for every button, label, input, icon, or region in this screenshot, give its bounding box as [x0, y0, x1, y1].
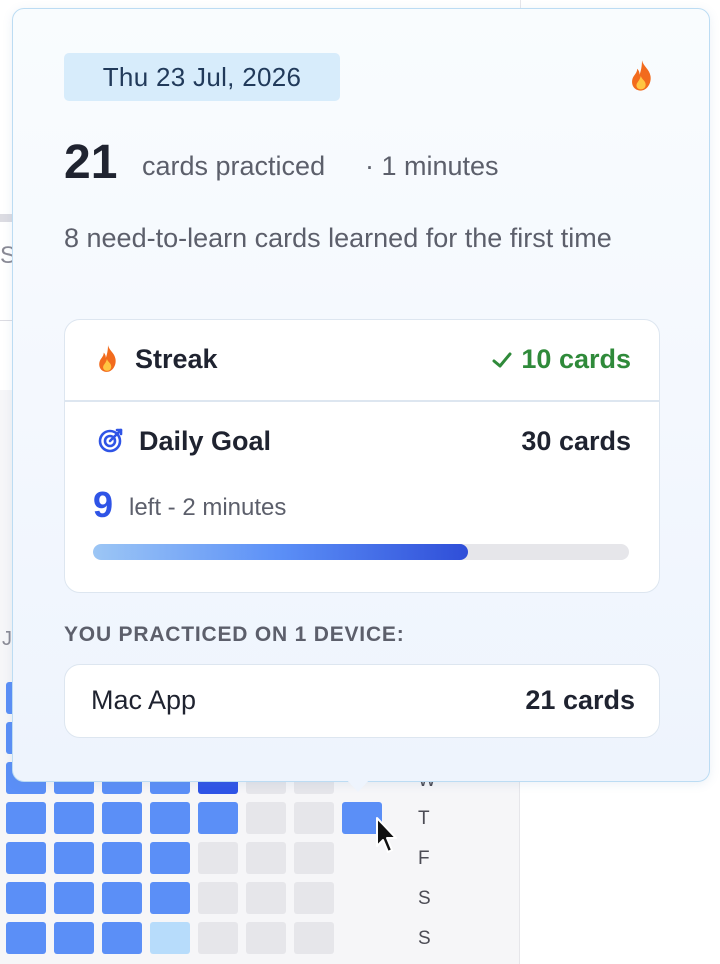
heatmap-cell[interactable] [246, 802, 286, 834]
tooltip-pointer [345, 778, 371, 792]
weekday-label: S [418, 928, 431, 949]
device-name: Mac App [91, 685, 197, 715]
daily-goal-progress-bar [93, 544, 629, 560]
heatmap-cell[interactable] [198, 882, 238, 914]
partial-month-label: J [2, 628, 12, 650]
heatmap-cell[interactable] [246, 922, 286, 954]
heatmap-cell[interactable] [150, 842, 190, 874]
daily-goal-value: 30 cards [521, 426, 631, 456]
heatmap-cell[interactable] [54, 882, 94, 914]
heatmap-cell[interactable] [294, 842, 334, 874]
streak-value-text: 10 cards [521, 344, 631, 374]
heatmap-cell[interactable] [294, 922, 334, 954]
heatmap-cell[interactable] [294, 802, 334, 834]
weekday-label: T [418, 808, 430, 829]
device-row: Mac App 21 cards [64, 664, 660, 738]
heatmap-cell[interactable] [54, 922, 94, 954]
tab-indicator [0, 214, 12, 222]
heatmap-cell[interactable] [102, 882, 142, 914]
heatmap-cell[interactable] [294, 882, 334, 914]
learned-summary: 8 need-to-learn cards learned for the fi… [64, 223, 612, 253]
weekday-label: S [418, 888, 431, 909]
cards-label: cards practiced [142, 151, 326, 181]
streak-label: Streak [135, 344, 218, 374]
heatmap-cell[interactable] [150, 922, 190, 954]
check-icon [492, 352, 512, 367]
heatmap-cell[interactable] [102, 922, 142, 954]
devices-heading: YOU PRACTICED ON 1 DEVICE: [64, 623, 405, 646]
heatmap-cell[interactable] [198, 842, 238, 874]
heatmap-cell[interactable] [6, 882, 46, 914]
heatmap-cell[interactable] [246, 842, 286, 874]
device-card-count: 21 cards [525, 685, 635, 715]
progress-fill [93, 544, 469, 560]
streak-value: 10 cards [491, 344, 631, 375]
cards-left-text: left - 2 minutes [129, 494, 287, 521]
heatmap-cell[interactable] [198, 922, 238, 954]
date-badge: Thu 23 Jul, 2026 [64, 53, 340, 101]
cards-count: 21 [64, 136, 118, 189]
divider [65, 400, 659, 402]
minutes-label: · 1 minutes [365, 151, 499, 181]
heatmap-cell[interactable] [102, 842, 142, 874]
heatmap-cell[interactable] [54, 842, 94, 874]
daily-goal-label: Daily Goal [139, 426, 272, 456]
heatmap-cell[interactable] [102, 802, 142, 834]
weekday-label: F [418, 848, 430, 869]
divider [0, 320, 12, 321]
heatmap-cell[interactable] [6, 802, 46, 834]
goals-card: Streak 10 cards Daily Goal 30 cards 9 le… [64, 319, 660, 593]
cards-left-count: 9 [93, 484, 114, 525]
streak-row: Streak 10 cards [65, 320, 659, 400]
day-summary-tooltip: Thu 23 Jul, 2026 21 cards practiced · 1 … [12, 8, 710, 782]
heatmap-cell[interactable] [6, 842, 46, 874]
heatmap-cell[interactable] [6, 922, 46, 954]
heatmap-cell[interactable] [150, 882, 190, 914]
heatmap-cell[interactable] [198, 802, 238, 834]
heatmap-cell[interactable] [150, 802, 190, 834]
mouse-pointer-icon [376, 817, 397, 853]
fire-icon [632, 60, 651, 91]
target-icon [98, 428, 123, 453]
heatmap-cell[interactable] [246, 882, 286, 914]
heatmap-cell[interactable] [54, 802, 94, 834]
fire-icon [99, 345, 116, 372]
